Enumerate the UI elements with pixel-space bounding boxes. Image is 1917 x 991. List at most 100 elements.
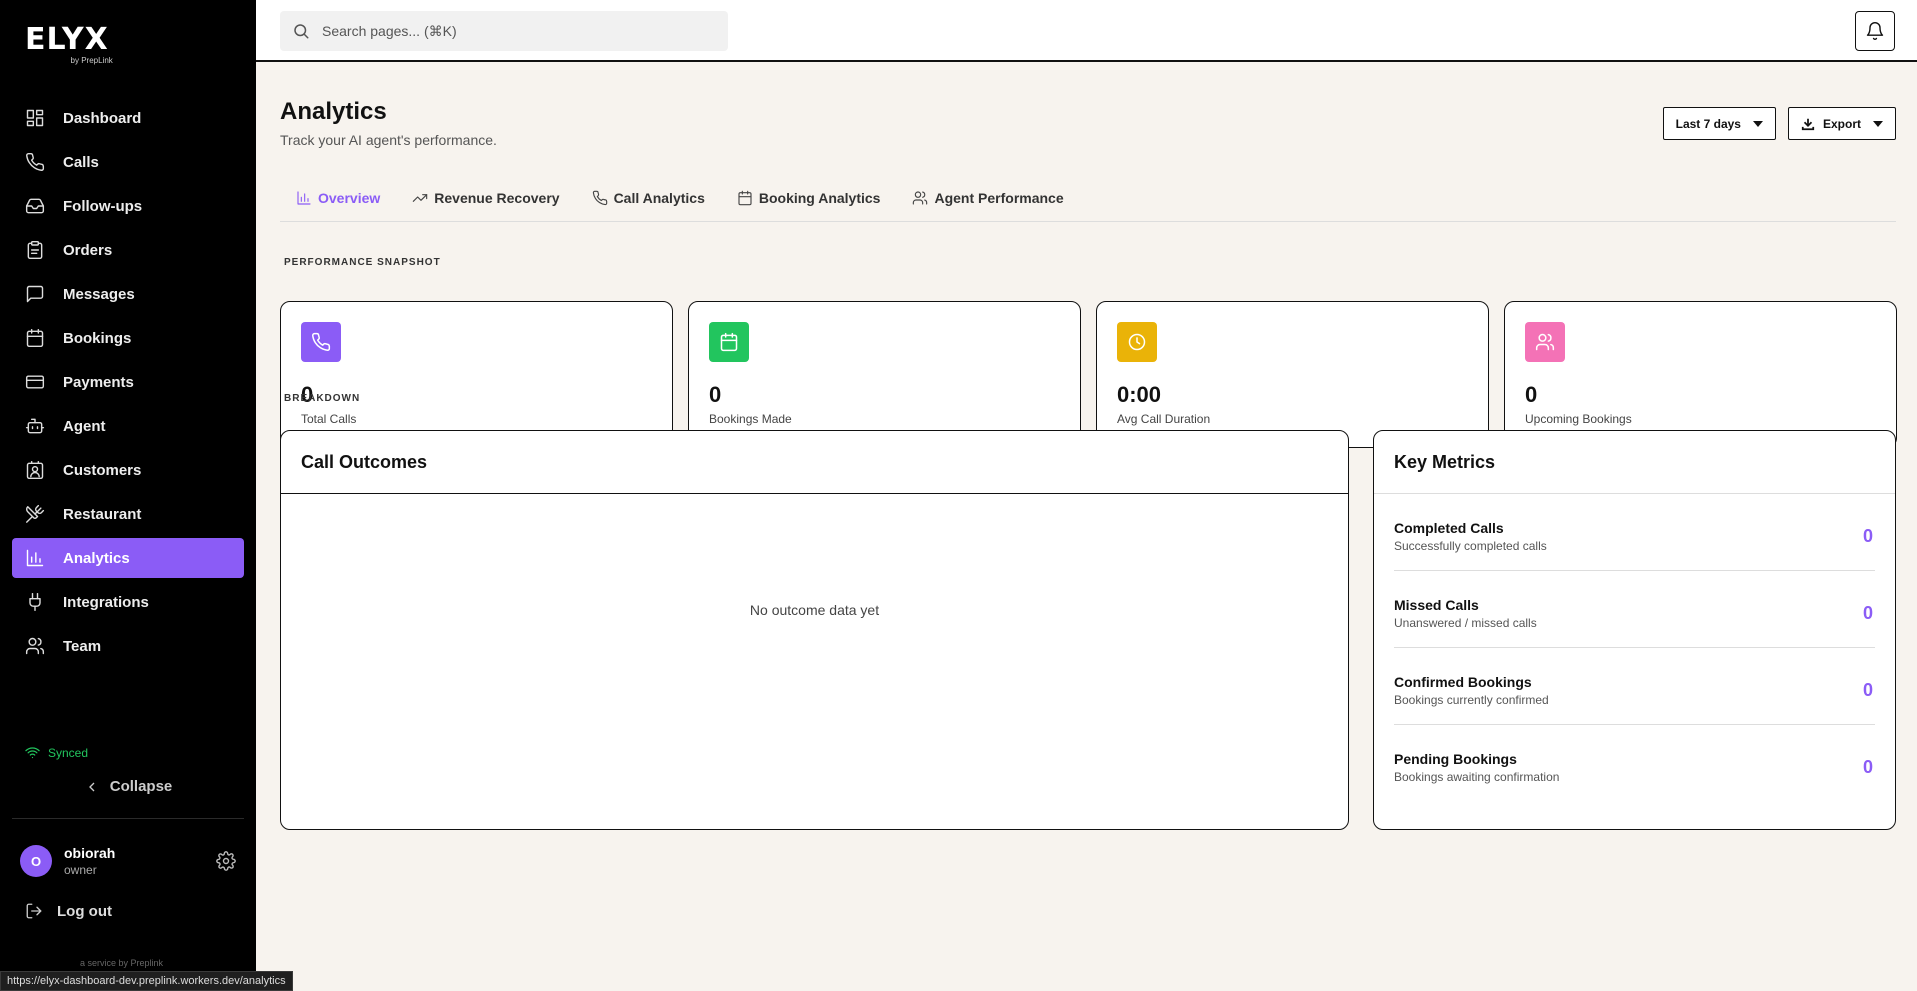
sidebar-nav: Dashboard Calls Follow-ups Orders Messag… [12, 98, 244, 670]
sidebar-item-integrations[interactable]: Integrations [12, 582, 244, 622]
sidebar-item-messages[interactable]: Messages [12, 274, 244, 314]
page-title: Analytics [280, 98, 387, 125]
kpi-label: Total Calls [301, 412, 357, 426]
tab-booking-analytics[interactable]: Booking Analytics [721, 188, 897, 208]
sidebar-item-label: Payments [63, 373, 134, 391]
sidebar-item-calls[interactable]: Calls [12, 142, 244, 182]
search-input[interactable] [322, 23, 702, 39]
date-range-label: Last 7 days [1675, 116, 1741, 131]
calendar-icon [709, 322, 749, 362]
chevron-left-icon [88, 782, 95, 791]
metric-value: 0 [1862, 525, 1873, 546]
sidebar-item-analytics[interactable]: Analytics [12, 538, 244, 578]
logout-button[interactable]: Log out [25, 902, 112, 920]
kpi-value: 0:00 [1117, 382, 1162, 407]
panel-title: Call Outcomes [281, 431, 1348, 494]
metric-title: Pending Bookings [1394, 751, 1517, 767]
caret-down-icon [1873, 120, 1883, 127]
clock-icon [1117, 322, 1157, 362]
export-button[interactable]: Export [1787, 107, 1896, 140]
sidebar-item-label: Integrations [63, 593, 149, 611]
kpi-value: 0 [1525, 382, 1538, 407]
logout-label: Log out [57, 902, 112, 920]
sidebar-divider [12, 818, 244, 819]
users-icon [25, 636, 45, 656]
page-subtitle: Track your AI agent's performance. [280, 132, 497, 148]
notifications-button[interactable] [1855, 11, 1895, 51]
brand-name: ELYX [25, 22, 109, 57]
sync-status: Synced [25, 745, 88, 760]
user-name: obiorah [64, 845, 116, 861]
kpi-label: Upcoming Bookings [1525, 412, 1632, 426]
contact-icon [25, 460, 45, 480]
sidebar-item-agent[interactable]: Agent [12, 406, 244, 446]
key-metrics-panel: Key Metrics Completed Calls Successfully… [1373, 430, 1896, 830]
kpi-label: Bookings Made [709, 412, 792, 426]
sidebar-item-label: Customers [63, 461, 142, 479]
performance-snapshot-label: PERFORMANCE SNAPSHOT [284, 257, 441, 268]
sidebar: ELYX by PrepLink Dashboard Calls Follow-… [0, 0, 256, 991]
phone-icon [592, 190, 607, 206]
kpi-card-total-calls: 0 Total Calls [280, 301, 673, 448]
calendar-icon [25, 328, 45, 348]
empty-state: No outcome data yet [749, 602, 880, 618]
date-range-dropdown[interactable]: Last 7 days [1662, 107, 1776, 140]
call-outcomes-panel: Call Outcomes No outcome data yet [280, 430, 1349, 830]
metric-desc: Bookings currently confirmed [1394, 692, 1549, 707]
clipboard-icon [25, 240, 45, 260]
kpi-cards: 0 Total Calls 0 Bookings Made 0:00 Avg C… [280, 301, 1897, 448]
user-role: owner [64, 863, 97, 877]
bar-chart-icon [297, 191, 311, 205]
tab-overview[interactable]: Overview [280, 188, 396, 208]
sidebar-item-restaurant[interactable]: Restaurant [12, 494, 244, 534]
download-icon [1801, 118, 1815, 130]
metric-desc: Successfully completed calls [1394, 538, 1547, 553]
phone-icon [301, 322, 341, 362]
kpi-value: 0 [709, 382, 722, 407]
metric-title: Completed Calls [1394, 519, 1504, 536]
avatar[interactable]: O [20, 845, 52, 877]
credit-card-icon [25, 372, 45, 392]
collapse-button[interactable]: Collapse [0, 778, 256, 795]
calendar-icon [738, 190, 752, 206]
sidebar-item-label: Dashboard [63, 109, 142, 127]
gear-icon[interactable] [216, 851, 236, 871]
search-box[interactable] [280, 11, 728, 51]
brand-tagline: by PrepLink [70, 56, 113, 65]
bell-icon [1866, 22, 1884, 40]
top-bar [256, 0, 1917, 62]
collapse-label: Collapse [109, 778, 173, 795]
sidebar-item-orders[interactable]: Orders [12, 230, 244, 270]
metric-desc: Unanswered / missed calls [1394, 615, 1537, 630]
metric-value: 0 [1862, 602, 1873, 623]
tab-call-analytics[interactable]: Call Analytics [576, 188, 721, 208]
phone-icon [25, 152, 45, 172]
brand-logo[interactable]: ELYX by PrepLink [25, 22, 113, 66]
metric-value: 0 [1862, 679, 1873, 700]
inbox-icon [25, 196, 45, 216]
robot-icon [25, 416, 45, 436]
sidebar-item-dashboard[interactable]: Dashboard [12, 98, 244, 138]
kpi-label: Avg Call Duration [1117, 412, 1211, 426]
service-credit: a service by Preplink [80, 958, 164, 968]
sidebar-item-team[interactable]: Team [12, 626, 244, 666]
tab-label: Overview [318, 190, 381, 206]
export-label: Export [1822, 116, 1861, 131]
metric-desc: Bookings awaiting confirmation [1394, 770, 1560, 784]
tab-label: Revenue Recovery [434, 190, 560, 206]
list-item: Missed Calls Unanswered / missed calls 0 [1394, 571, 1875, 648]
wifi-icon [25, 747, 40, 759]
breakdown-label: BREAKDOWN [284, 393, 361, 404]
status-bar-url: https://elyx-dashboard-dev.preplink.work… [0, 971, 293, 991]
sidebar-item-bookings[interactable]: Bookings [12, 318, 244, 358]
tab-revenue-recovery[interactable]: Revenue Recovery [396, 188, 575, 208]
sidebar-item-label: Follow-ups [63, 197, 143, 215]
header-actions: Last 7 days Export [1662, 107, 1896, 140]
sidebar-item-label: Analytics [63, 549, 130, 567]
sidebar-item-payments[interactable]: Payments [12, 362, 244, 402]
sidebar-item-customers[interactable]: Customers [12, 450, 244, 490]
plug-icon [25, 592, 45, 612]
metric-value: 0 [1862, 757, 1873, 777]
sidebar-item-follow-ups[interactable]: Follow-ups [12, 186, 244, 226]
tab-agent-performance[interactable]: Agent Performance [896, 188, 1079, 208]
